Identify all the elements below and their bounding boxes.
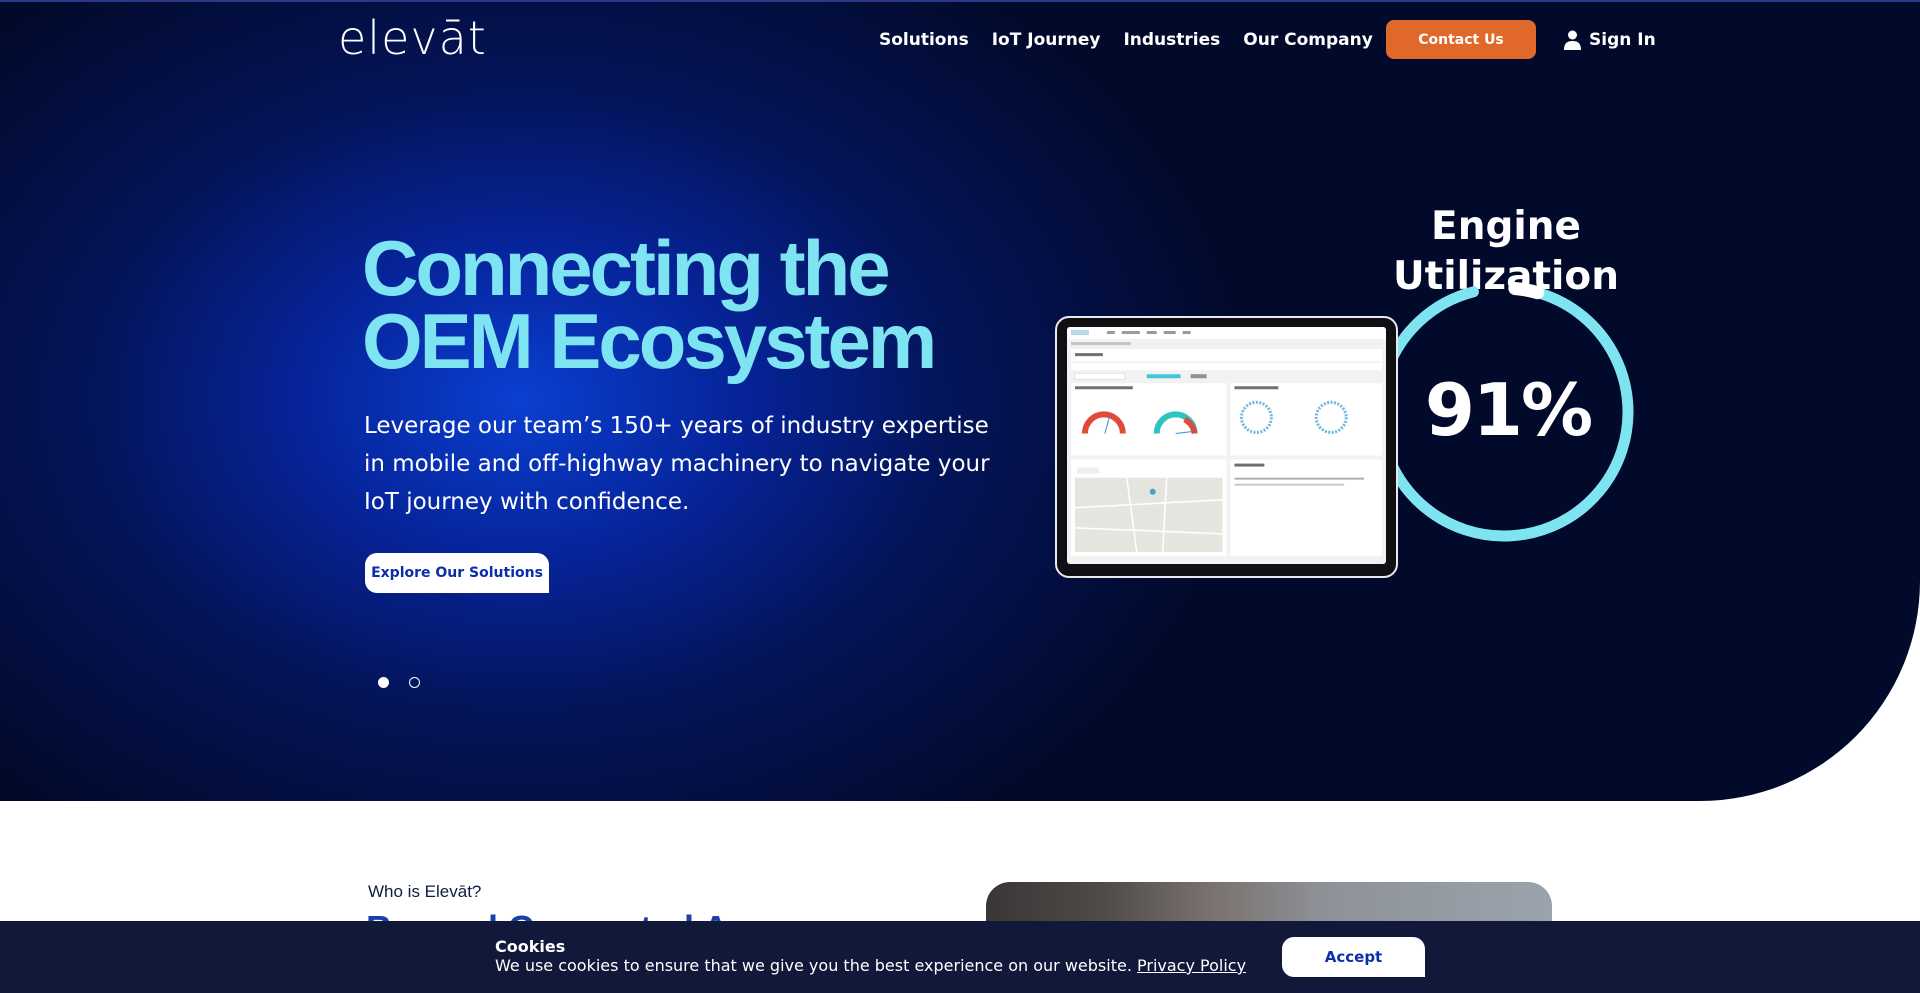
section-curve xyxy=(0,801,1920,993)
cookie-message: We use cookies to ensure that we give yo… xyxy=(495,956,1246,976)
privacy-policy-link[interactable]: Privacy Policy xyxy=(1137,956,1246,975)
about-label: Who is Elevāt? xyxy=(368,882,482,901)
cookie-title: Cookies xyxy=(495,937,566,956)
cookie-text: We use cookies to ensure that we give yo… xyxy=(495,956,1132,975)
accept-cookies-button[interactable]: Accept xyxy=(1282,937,1425,977)
